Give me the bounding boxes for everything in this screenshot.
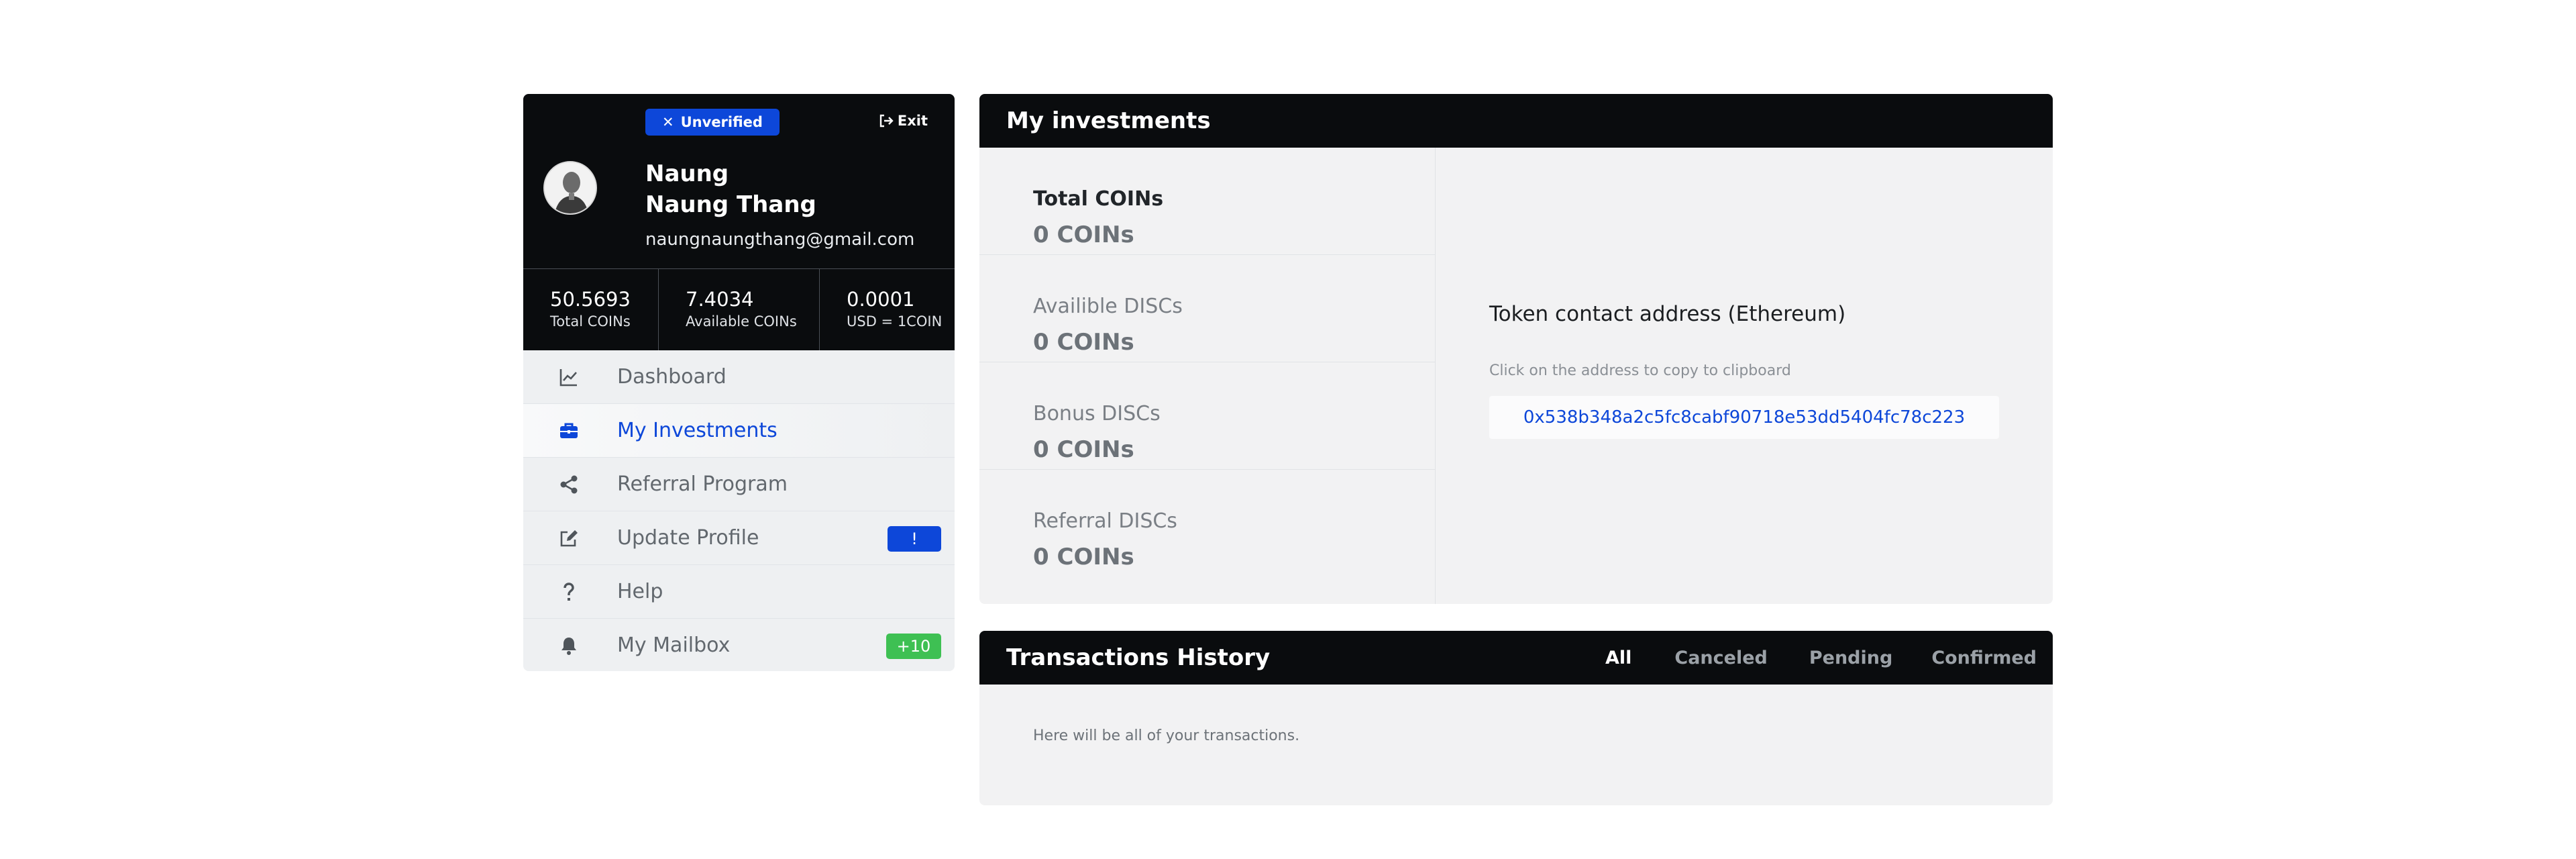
sign-out-icon	[879, 114, 894, 128]
transactions-empty-state: Here will be all of your transactions.	[1033, 727, 1300, 744]
investment-row-bonus-discs: Bonus DISCs 0 COINs	[979, 362, 1435, 470]
avatar	[543, 161, 597, 215]
sidebar-nav: Dashboard My Investments Referral Progra…	[523, 350, 955, 671]
tab-confirmed[interactable]: Confirmed	[1931, 631, 2037, 685]
edit-icon	[560, 530, 578, 547]
token-address-section: Token contact address (Ethereum) Click o…	[1436, 148, 2053, 604]
bell-icon	[561, 638, 576, 655]
sidebar: ✕ Unverified Exit Naung Naung Thang naun…	[523, 94, 955, 671]
sidebar-item-referral-program[interactable]: Referral Program	[523, 458, 955, 511]
stat-usd-rate: 0.0001 USD = 1COIN	[847, 288, 943, 330]
investments-summary: Total COINs 0 COINs Availible DISCs 0 CO…	[979, 148, 1436, 604]
mailbox-count-badge: +10	[886, 634, 941, 659]
investments-panel: My investments Total COINs 0 COINs Avail…	[979, 94, 2053, 604]
sidebar-item-update-profile[interactable]: Update Profile !	[523, 511, 955, 565]
question-icon	[564, 583, 574, 601]
sidebar-item-my-investments[interactable]: My Investments	[523, 404, 955, 458]
investment-row-total-coins: Total COINs 0 COINs	[979, 148, 1435, 255]
exit-button[interactable]: Exit	[879, 113, 928, 129]
verification-status-badge: ✕ Unverified	[645, 109, 780, 136]
transactions-header: Transactions History All Canceled Pendin…	[979, 631, 2053, 685]
tab-all[interactable]: All	[1605, 631, 1631, 685]
transactions-filter-tabs: All Canceled Pending Confirmed	[1605, 631, 2053, 685]
profile-card: ✕ Unverified Exit Naung Naung Thang naun…	[523, 94, 955, 268]
transactions-title: Transactions History	[1006, 644, 1271, 671]
sidebar-item-dashboard[interactable]: Dashboard	[523, 350, 955, 404]
chart-line-icon	[559, 369, 577, 387]
sidebar-item-my-mailbox[interactable]: My Mailbox +10	[523, 619, 955, 671]
transactions-panel: Transactions History All Canceled Pendin…	[979, 631, 2053, 805]
investments-title: My investments	[979, 94, 2053, 148]
update-profile-alert-badge: !	[888, 526, 941, 552]
tab-pending[interactable]: Pending	[1809, 631, 1892, 685]
investment-row-available-discs: Availible DISCs 0 COINs	[979, 255, 1435, 362]
share-icon	[560, 475, 578, 494]
token-address-copy-field[interactable]: 0x538b348a2c5fc8cabf90718e53dd5404fc78c2…	[1489, 396, 1999, 439]
briefcase-icon	[560, 423, 578, 438]
stat-total-coins: 50.5693 Total COINs	[523, 269, 659, 350]
sidebar-item-help[interactable]: Help	[523, 565, 955, 619]
close-icon: ✕	[662, 114, 674, 130]
token-address-hint: Click on the address to copy to clipboar…	[1489, 362, 1791, 379]
investment-row-referral-discs: Referral DISCs 0 COINs	[1033, 509, 1177, 571]
token-address-title: Token contact address (Ethereum)	[1489, 302, 1846, 326]
user-photo	[545, 162, 596, 213]
balance-stats: 50.5693 Total COINs 7.4034 Available COI…	[523, 268, 955, 350]
tab-canceled[interactable]: Canceled	[1674, 631, 1767, 685]
user-name: Naung Naung Thang	[645, 160, 816, 218]
stat-available-coins: 7.4034 Available COINs	[659, 269, 820, 350]
user-email: naungnaungthang@gmail.com	[645, 230, 915, 250]
